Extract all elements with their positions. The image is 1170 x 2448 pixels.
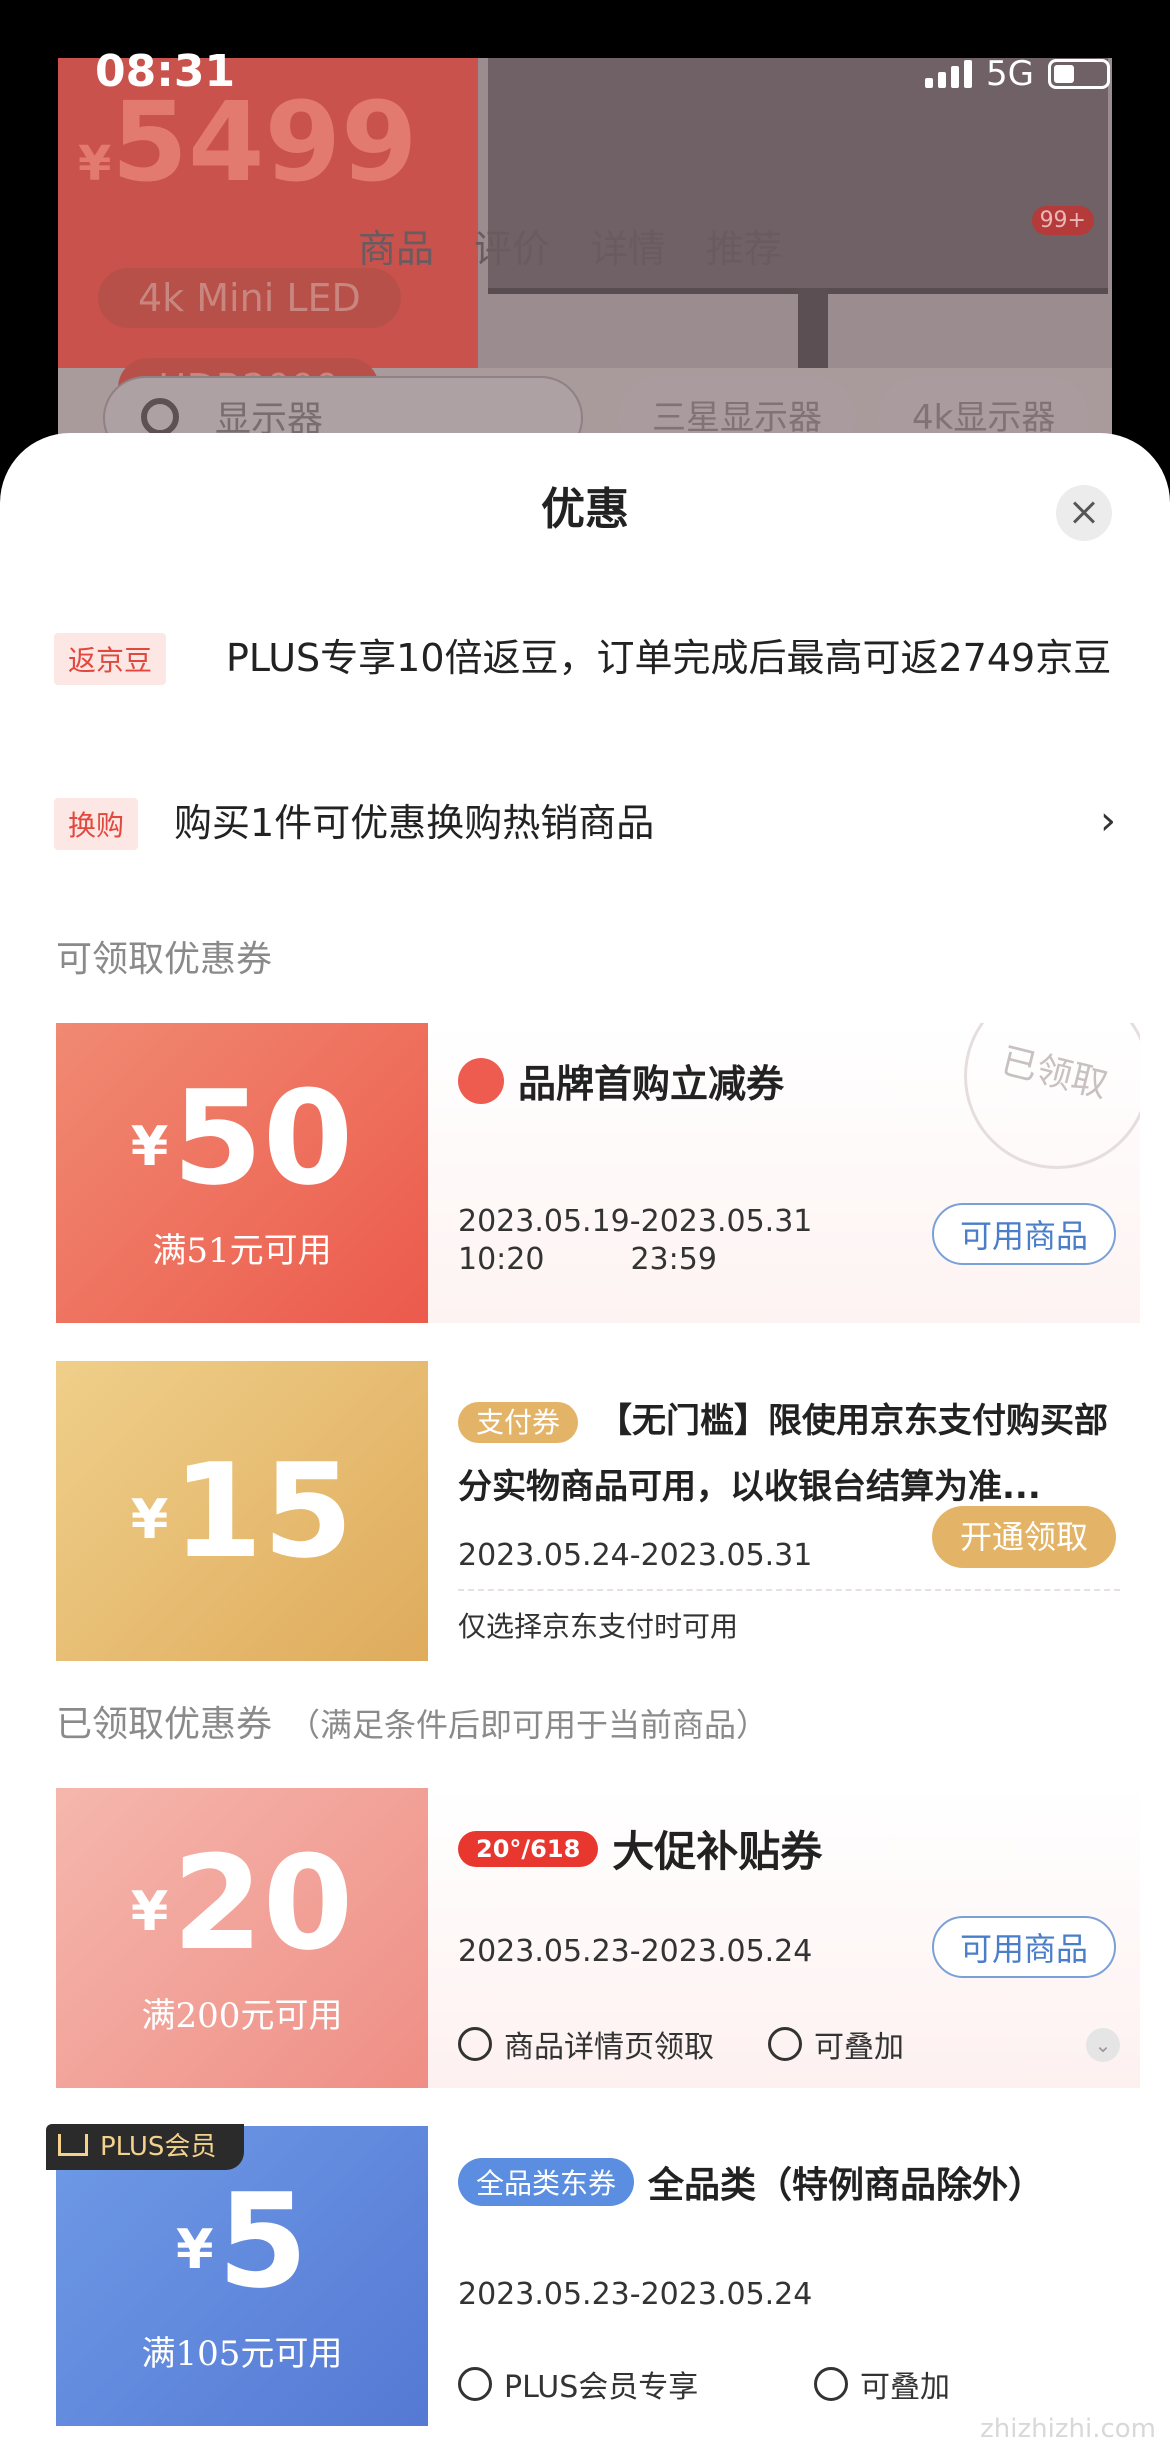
- status-time: 08:31: [95, 46, 236, 97]
- coupon-info: 已领取 品牌首购立减券 2023.05.19-2023.05.31 10:20 2…: [428, 1023, 1140, 1323]
- chevron-down-icon[interactable]: ⌄: [1086, 2028, 1120, 2062]
- available-products-button[interactable]: 可用商品: [932, 1203, 1116, 1265]
- sheet-title: 优惠: [541, 484, 629, 535]
- coupon-title: 20°/618 大促补贴券: [458, 1818, 822, 1879]
- tab-details: 详情: [590, 227, 667, 271]
- network-label: 5G: [986, 54, 1034, 94]
- tab-goods: 商品: [358, 227, 435, 271]
- coupon-validity: 2023.05.23-2023.05.24: [458, 1934, 813, 1969]
- watermark: zhizhizhi.com: [980, 2414, 1156, 2444]
- close-button[interactable]: [1056, 485, 1112, 541]
- feature-tag: 4k Mini LED: [98, 268, 401, 328]
- coupon-title: 全品类东券 全品类（特例商品除外）: [458, 2156, 1044, 2208]
- plus-member-badge: PLUS会员: [46, 2124, 245, 2170]
- coupon-amount: ¥20: [130, 1827, 354, 1979]
- available-coupons-label: 可领取优惠券: [56, 939, 273, 980]
- coupon-amount: ¥5: [175, 2165, 309, 2317]
- signal-icon: [925, 60, 973, 88]
- available-products-button[interactable]: 可用商品: [932, 1916, 1116, 1978]
- feature-stackable: 可叠加: [768, 2022, 904, 2066]
- chevron-right-icon: ›: [1100, 798, 1116, 844]
- promo-tag: 返京豆: [54, 633, 167, 685]
- stack-icon: [814, 2367, 848, 2401]
- battery-icon: [1048, 59, 1110, 89]
- feature-stackable: 可叠加: [814, 2362, 950, 2406]
- 618-promo-tag: 20°/618: [458, 1830, 599, 1867]
- crown-icon: [458, 2367, 492, 2401]
- coupon-condition: 满105元可用: [141, 2334, 343, 2374]
- coupon-info: 全品类东券 全品类（特例商品除外） 2023.05.23-2023.05.24 …: [428, 2126, 1140, 2426]
- claimed-stamp: 已领取: [964, 1023, 1140, 1169]
- coupon-amount-panel: ¥5 满105元可用: [56, 2126, 428, 2426]
- coupon-amount-panel: ¥15: [56, 1361, 428, 1661]
- coupon-card: ¥15 支付券 【无门槛】限使用京东支付购买部分实物商品可用，以收银台结算为准..…: [56, 1361, 1140, 1661]
- status-bar: 08:31 5G: [0, 0, 1170, 120]
- claimed-coupons-label: 已领取优惠券 （满足条件后即可用于当前商品）: [56, 1704, 769, 1745]
- promo-row-jingdou: 返京豆 PLUS专享10倍返豆，订单完成后最高可返2749京豆: [54, 633, 1116, 685]
- coupon-condition: 满51元可用: [152, 1231, 332, 1271]
- category-coupon-tag: 全品类东券: [458, 2158, 635, 2206]
- cart-badge: 99+: [1031, 206, 1094, 235]
- coupon-validity: 2023.05.24-2023.05.31: [458, 1538, 813, 1573]
- coupon-amount-panel: ¥50 满51元可用: [56, 1023, 428, 1323]
- coupon-info: 支付券 【无门槛】限使用京东支付购买部分实物商品可用，以收银台结算为准... 20…: [428, 1361, 1140, 1661]
- coupon-card: ¥5 满105元可用 全品类东券 全品类（特例商品除外） 2023.05.23-…: [56, 2126, 1140, 2426]
- search-icon: [141, 398, 179, 436]
- promo-text: 购买1件可优惠换购热销商品: [174, 801, 655, 845]
- coupon-title: 支付券 【无门槛】限使用京东支付购买部分实物商品可用，以收银台结算为准...: [458, 1401, 1109, 1507]
- coupon-info: 20°/618 大促补贴券 2023.05.23-2023.05.24 可用商品…: [428, 1788, 1140, 2088]
- coupon-amount: ¥50: [130, 1062, 354, 1214]
- tab-recommend: 推荐: [706, 227, 783, 271]
- coupon-card: ¥50 满51元可用 已领取 品牌首购立减券 2023.05.19-2023.0…: [56, 1023, 1140, 1323]
- promo-row-exchange[interactable]: 换购 购买1件可优惠换购热销商品 ›: [54, 798, 1116, 850]
- coupon-card: ¥20 满200元可用 20°/618 大促补贴券 2023.05.23-202…: [56, 1788, 1140, 2088]
- activate-claim-button[interactable]: 开通领取: [932, 1506, 1116, 1568]
- feature-claim-source: 商品详情页领取: [458, 2022, 714, 2066]
- goods-page-icon: [458, 2027, 492, 2061]
- coupon-validity: 2023.05.19-2023.05.31 10:20 23:59: [458, 1204, 813, 1277]
- coupon-condition: 满200元可用: [141, 1996, 343, 2036]
- divider: [458, 1589, 1120, 1591]
- crown-icon: [58, 2134, 88, 2156]
- pay-coupon-tag: 支付券: [458, 1402, 579, 1443]
- promo-tag: 换购: [54, 798, 139, 850]
- coupon-title: 品牌首购立减券: [458, 1053, 784, 1108]
- stack-icon: [768, 2027, 802, 2061]
- coupon-amount-panel: ¥20 满200元可用: [56, 1788, 428, 2088]
- coupon-note: 仅选择京东支付时可用: [458, 1610, 739, 1643]
- promo-text: PLUS专享10倍返豆，订单完成后最高可返2749京豆: [226, 636, 1112, 680]
- coupon-amount: ¥15: [130, 1435, 354, 1587]
- product-tabs: 商品 评价 详情 推荐: [358, 218, 782, 273]
- tab-reviews: 评价: [474, 227, 551, 271]
- feature-plus-exclusive: PLUS会员专享: [458, 2362, 698, 2406]
- coupon-validity: 2023.05.23-2023.05.24: [458, 2277, 813, 2312]
- shop-icon: [458, 1057, 504, 1104]
